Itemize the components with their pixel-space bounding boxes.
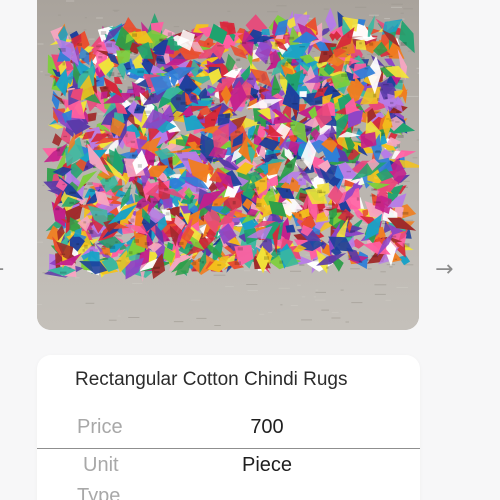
previous-image-arrow-icon[interactable]: ← (0, 255, 4, 285)
product-page: ← → Rectangular Cotton Chindi Rugs Price… (0, 0, 500, 500)
product-title: Rectangular Cotton Chindi Rugs (75, 369, 348, 390)
spec-row-type: Type (37, 483, 420, 500)
rug-photo (37, 0, 419, 330)
next-image-arrow-icon[interactable]: → (435, 255, 453, 285)
spec-value-price: 700 (250, 416, 284, 438)
spec-label-type: Type (77, 485, 121, 500)
spec-value-unit: Piece (241, 454, 293, 476)
spec-label-price: Price (77, 416, 123, 438)
product-details-card: Rectangular Cotton Chindi Rugs Price 700… (37, 355, 420, 500)
product-image[interactable] (37, 0, 419, 330)
spec-row-unit: Unit Piece (37, 448, 420, 486)
spec-row-price: Price 700 (37, 410, 420, 449)
spec-label-unit: Unit (83, 454, 119, 476)
